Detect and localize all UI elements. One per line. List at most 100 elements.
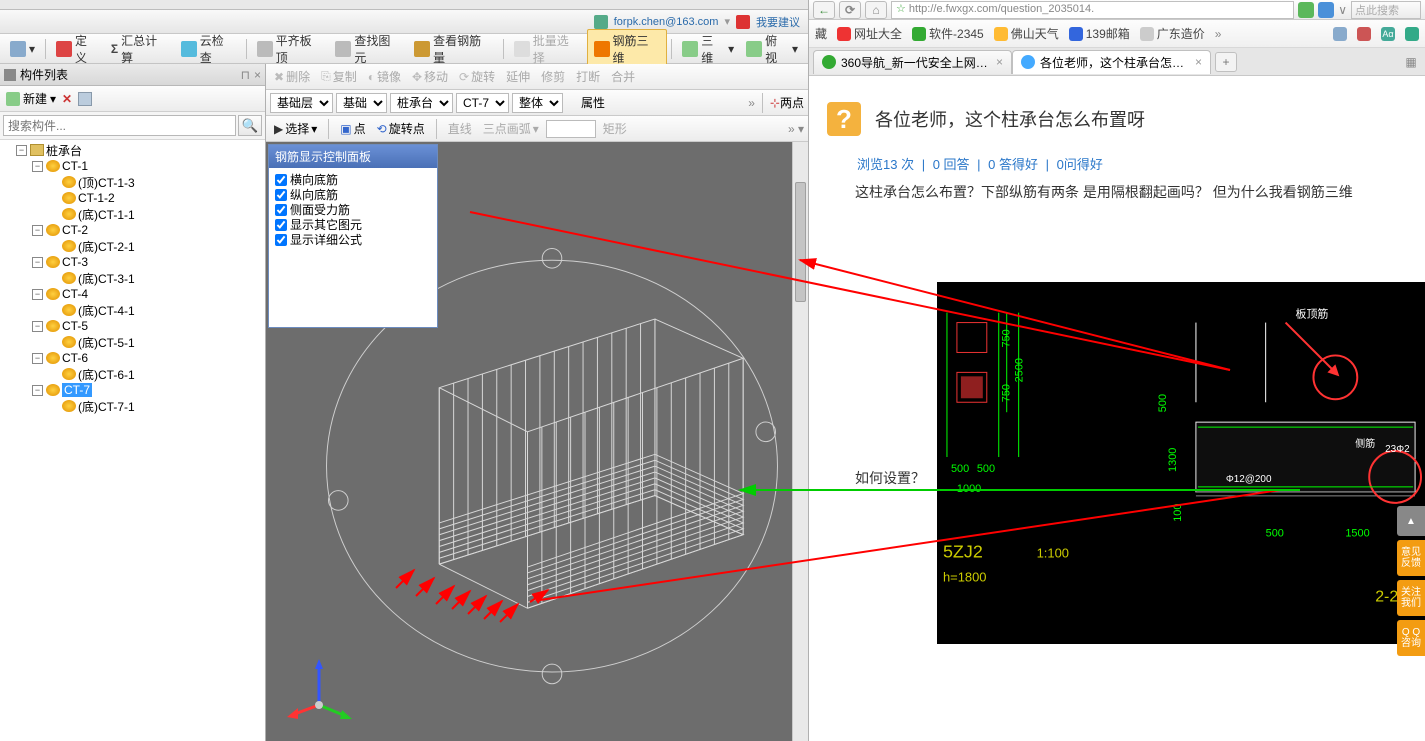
email-link[interactable]: forpk.chen@163.com [614,16,719,28]
break-button[interactable]: 打断 [572,67,604,86]
rebar-option[interactable]: 纵向底筋 [275,187,431,202]
collapse-icon[interactable]: − [32,257,43,268]
bm-soft[interactable]: 软件-2345 [912,25,984,42]
line-button[interactable]: 直线 [444,119,476,138]
cloudcheck-button[interactable]: 云检查 [175,30,242,68]
overflow2-icon[interactable]: » ▾ [788,122,804,136]
dropdown-icon[interactable]: ∨ [1338,3,1347,17]
tree-item[interactable]: −CT-7 [2,382,263,398]
bm-weather[interactable]: 佛山天气 [994,25,1059,42]
extend-button[interactable]: 延伸 [502,67,534,86]
address-bar[interactable]: ☆ http://e.fwxgx.com/question_2035014. [891,1,1294,19]
panel-pin-icon[interactable]: ⊓ [241,68,250,82]
rebar-checkbox[interactable] [275,219,287,231]
flatroof-button[interactable]: 平齐板顶 [251,30,330,68]
doc-icon[interactable] [1357,27,1371,41]
bm-all[interactable]: 网址大全 [837,25,902,42]
scrollbar-thumb[interactable] [795,182,806,302]
ad-icon[interactable]: Aα [1381,27,1395,41]
delete-button[interactable]: ✖删除 [270,67,314,86]
select-button[interactable]: ▶选择▾ [270,119,321,138]
tree-child[interactable]: (底)CT-3-1 [2,270,263,286]
browser-search-input[interactable]: 点此搜索 [1351,1,1421,19]
tree-child[interactable]: CT-1-2 [2,190,263,206]
3d-button[interactable]: 三维▾ [676,30,740,68]
follow-button[interactable]: 关注 我们 [1397,580,1425,616]
search-input[interactable] [3,115,236,136]
axis-gizmo[interactable] [284,655,354,725]
tree-child[interactable]: (底)CT-5-1 [2,334,263,350]
tree-child[interactable]: (底)CT-1-1 [2,206,263,222]
suggest-link[interactable]: 我要建议 [756,14,800,30]
bm-more[interactable]: » [1215,27,1222,41]
join-button[interactable]: 合并 [607,67,639,86]
panel-close-icon[interactable]: × [254,68,261,82]
move-button[interactable]: ✥移动 [408,67,452,86]
tree-child[interactable]: (底)CT-2-1 [2,238,263,254]
ext1-icon[interactable] [1298,2,1314,18]
tab-question[interactable]: 各位老师，这个柱承台怎么布置 × [1012,50,1211,74]
tree-child[interactable]: (顶)CT-1-3 [2,174,263,190]
whole-select[interactable]: 整体 [512,93,563,113]
collapse-icon[interactable]: − [32,289,43,300]
rotpt-button[interactable]: ⟲旋转点 [373,119,429,138]
sumcalc-button[interactable]: Σ汇总计算 [105,30,175,68]
dl-icon[interactable] [1405,27,1419,41]
copy-icon[interactable] [78,92,92,106]
new-tab-button[interactable]: + [1215,52,1237,72]
findunit-button[interactable]: 查找图元 [329,30,408,68]
copy-button[interactable]: ⎘复制 [317,67,361,86]
rebar-checkbox[interactable] [275,204,287,216]
cap-select[interactable]: 桩承台 [390,93,453,113]
tree-item[interactable]: −CT-4 [2,286,263,302]
refresh-button[interactable]: ⟳ [839,1,861,19]
rect-button[interactable]: 矩形 [599,119,631,138]
value-input[interactable] [546,120,596,138]
tree-item[interactable]: −CT-6 [2,350,263,366]
tree-child[interactable]: (底)CT-7-1 [2,398,263,414]
pin-icon[interactable] [4,69,16,81]
trim-button[interactable]: 修剪 [537,67,569,86]
twopt-button[interactable]: ⊹两点 [770,94,804,111]
new-button[interactable]: 新建▾ [6,90,56,107]
rebar3d-button[interactable]: 钢筋三维 [587,29,668,69]
tree-item[interactable]: −CT-5 [2,318,263,334]
rebar-checkbox[interactable] [275,189,287,201]
feedback-button[interactable]: 意见 反馈 [1397,540,1425,576]
collapse-icon[interactable]: − [32,385,43,396]
tree-child[interactable]: (底)CT-6-1 [2,366,263,382]
tree-item[interactable]: −CT-2 [2,222,263,238]
tab-list-icon[interactable]: ▦ [1401,53,1421,71]
search-button[interactable]: 🔍 [238,115,262,136]
iso-button[interactable]: 俯视▾ [740,30,804,68]
ext2-icon[interactable] [1318,2,1334,18]
rebar-control-panel[interactable]: 钢筋显示控制面板 横向底筋纵向底筋侧面受力筋显示其它图元显示详细公式 [268,144,438,328]
point-button[interactable]: ▣点 [336,119,369,138]
batchsel-button[interactable]: 批量选择 [508,30,587,68]
qq-button[interactable]: Q Q 咨询 [1397,620,1425,656]
delete-icon[interactable]: ✕ [62,92,72,106]
floor-select[interactable]: 基础 [336,93,387,113]
collapse-icon[interactable]: − [32,321,43,332]
collapse-icon[interactable]: − [32,353,43,364]
component-tree[interactable]: − 桩承台 −CT-1(顶)CT-1-3CT-1-2(底)CT-1-1−CT-2… [0,140,265,741]
tab-close-icon[interactable]: × [996,55,1003,69]
rebar-checkbox[interactable] [275,174,287,186]
bm-price[interactable]: 广东造价 [1140,25,1205,42]
ct-select[interactable]: CT-7 [456,93,509,113]
rebar-checkbox[interactable] [275,234,287,246]
scroll-top-button[interactable]: ▲ [1397,506,1425,536]
rebar-option[interactable]: 显示其它图元 [275,217,431,232]
back-button[interactable]: ← [813,1,835,19]
rebar-option[interactable]: 显示详细公式 [275,232,431,247]
tree-child[interactable]: (底)CT-4-1 [2,302,263,318]
arc3-button[interactable]: 三点画弧▾ [479,119,543,138]
3d-viewport[interactable]: 钢筋显示控制面板 横向底筋纵向底筋侧面受力筋显示其它图元显示详细公式 [266,142,808,741]
level-select[interactable]: 基础层 [270,93,333,113]
collapse-icon[interactable]: − [32,225,43,236]
home-button[interactable]: ⌂ [865,1,887,19]
tree-item[interactable]: −CT-3 [2,254,263,270]
grid-icon[interactable] [1333,27,1347,41]
tree-root[interactable]: − 桩承台 [2,142,263,158]
bm-mail[interactable]: 139邮箱 [1069,25,1130,42]
